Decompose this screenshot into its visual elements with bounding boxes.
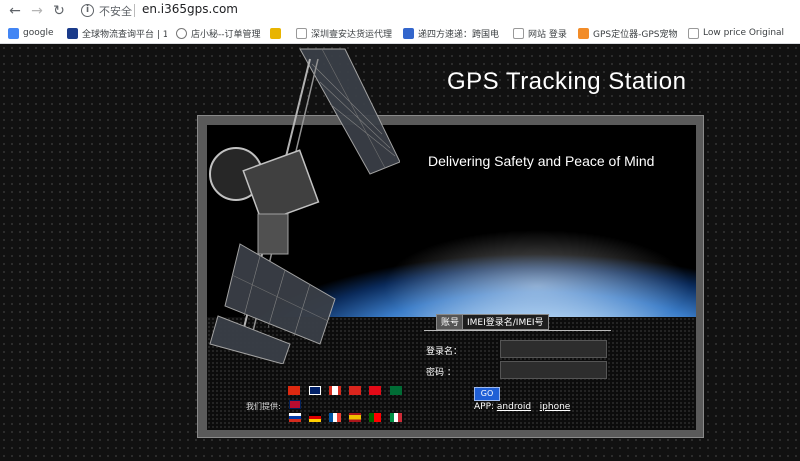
browser-nav-row: ← → ↻ i 不安全 en.i365gps.com (0, 0, 800, 22)
doc-icon (688, 27, 699, 39)
flag-no-icon[interactable] (289, 400, 301, 409)
doc-icon (296, 27, 307, 39)
bookmark-dianxiaomi[interactable]: 店小秘--订单管理 (176, 26, 266, 40)
bookmark-f[interactable] (270, 26, 284, 40)
flag-vn-icon[interactable] (349, 386, 361, 395)
bookmark-yianda[interactable]: 深圳壹安达货运代理 (296, 26, 392, 40)
forward-arrow-icon[interactable]: → (28, 3, 46, 19)
tab-underline (424, 330, 611, 331)
gps-icon (578, 27, 589, 39)
username-input[interactable] (500, 340, 607, 358)
security-status[interactable]: 不安全 (99, 3, 132, 19)
bookmark-login[interactable]: 网站 登录 (513, 26, 573, 40)
flag-cn-icon[interactable] (288, 386, 300, 395)
google-apps-icon (8, 27, 19, 39)
cloud-icon (176, 27, 187, 39)
app-label: APP: (474, 402, 495, 412)
17track-icon (67, 27, 78, 39)
login-frame: Delivering Safety and Peace of Mind (197, 115, 704, 438)
flag-it-icon[interactable] (390, 413, 402, 422)
tagline: Delivering Safety and Peace of Mind (428, 153, 655, 169)
language-label: 我们提供: (246, 402, 281, 411)
flag-fr-icon[interactable] (329, 413, 341, 422)
bookmarks-bar: google 全球物流查询平台 | 1 店小秘--订单管理 深圳壹安达货运代理 … (0, 23, 800, 43)
flag-ru-icon[interactable] (289, 413, 301, 422)
bookmark-17track[interactable]: 全球物流查询平台 | 1 (67, 26, 167, 40)
browser-chrome: ← → ↻ i 不安全 en.i365gps.com google 全球物流查询… (0, 0, 800, 44)
flag-es-icon[interactable] (349, 413, 361, 422)
info-icon[interactable]: i (81, 4, 94, 17)
tab-account[interactable]: 账号 (436, 314, 465, 330)
tab-imei[interactable]: IMEI登录名/IMEI号 (462, 314, 549, 330)
username-label: 登录名： (426, 347, 463, 357)
flag-uk-icon[interactable] (309, 386, 321, 395)
password-input[interactable] (500, 361, 607, 379)
password-label: 密码 ： (426, 368, 456, 378)
favicon-f-icon (270, 27, 281, 39)
bookmark-gps[interactable]: GPS定位器-GPS宠物 (578, 26, 678, 40)
android-link[interactable]: android (497, 402, 531, 412)
earth-banner: Delivering Safety and Peace of Mind (207, 125, 696, 330)
address-bar[interactable]: en.i365gps.com (142, 2, 238, 16)
page-body: GPS Tracking Station Delivering Safety a… (0, 44, 800, 461)
app-links: APP: android iphone (474, 402, 570, 412)
login-panel: Delivering Safety and Peace of Mind (207, 125, 696, 430)
bookmark-lowprice[interactable]: Low price Original (688, 26, 798, 40)
flag-tr-icon[interactable] (369, 386, 381, 395)
url-divider (134, 4, 135, 17)
flag-de-icon[interactable] (309, 413, 321, 422)
page-title: GPS Tracking Station (447, 68, 687, 95)
flag-pt-icon[interactable] (369, 413, 381, 422)
reload-icon[interactable]: ↻ (50, 3, 68, 19)
iphone-link[interactable]: iphone (540, 402, 571, 412)
back-arrow-icon[interactable]: ← (6, 3, 24, 19)
doc-icon (513, 27, 524, 39)
bookmark-google[interactable]: google (8, 26, 62, 40)
flag-sa-icon[interactable] (390, 386, 402, 395)
flag-ca-icon[interactable] (329, 386, 341, 395)
4px-icon (403, 27, 414, 39)
go-button[interactable]: GO (474, 387, 500, 401)
bookmark-4px[interactable]: 递四方速递：跨国电 (403, 26, 501, 40)
